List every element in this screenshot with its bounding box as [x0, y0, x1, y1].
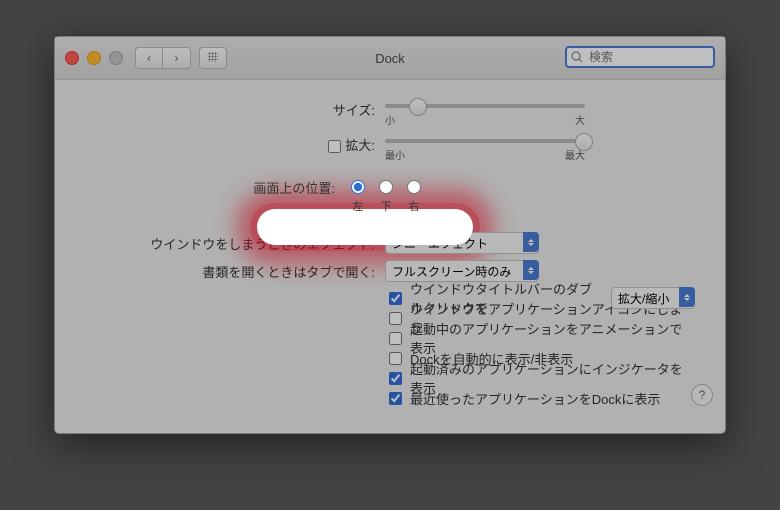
chevron-updown-icon [679, 287, 695, 307]
checkbox-5[interactable] [389, 392, 402, 405]
checkbox-list: ウインドウタイトルバーのダブルクリックでウインドウをアプリケーションアイコンにし… [385, 288, 695, 408]
magnify-label: 拡大: [85, 133, 385, 156]
search-icon [571, 51, 583, 63]
titlebar: ‹ › Dock [55, 37, 725, 80]
magnify-row: 拡大: 最小最大 [85, 133, 695, 162]
check-row-5: 最近使ったアプリケーションをDockに表示 [385, 388, 695, 408]
forward-button[interactable]: › [163, 47, 191, 69]
checkbox-1[interactable] [389, 312, 402, 325]
help-button[interactable]: ? [691, 384, 713, 406]
window-controls [65, 51, 123, 65]
magnify-checkbox[interactable] [328, 140, 341, 153]
check-label-5: 最近使ったアプリケーションをDockに表示 [410, 389, 660, 408]
chevron-updown-icon [523, 232, 539, 252]
position-right[interactable]: 右 [407, 180, 421, 214]
nav-buttons: ‹ › [135, 47, 227, 69]
maximize-icon [109, 51, 123, 65]
content: サイズ: 小大 拡大: 最小最大 画面上の位置: 左 下 右 ウインドウをし [55, 80, 725, 418]
chevron-updown-icon [523, 260, 539, 280]
size-row: サイズ: 小大 [85, 98, 695, 127]
show-all-button[interactable] [199, 47, 227, 69]
search-input[interactable] [565, 46, 715, 68]
back-button[interactable]: ‹ [135, 47, 163, 69]
size-slider[interactable]: 小大 [385, 98, 695, 127]
checkbox-4[interactable] [389, 372, 402, 385]
size-label: サイズ: [85, 98, 385, 119]
minimize-icon[interactable] [87, 51, 101, 65]
magnify-slider[interactable]: 最小最大 [385, 133, 695, 162]
open-tabs-select[interactable] [385, 260, 539, 282]
open-tabs-row: 書類を開くときはタブで開く: [85, 260, 695, 282]
checkbox-0[interactable] [389, 292, 402, 305]
search-wrap [565, 46, 715, 68]
titlebar-action-select[interactable] [611, 287, 695, 309]
close-icon[interactable] [65, 51, 79, 65]
position-radios: 左 下 右 [345, 176, 695, 218]
check-row-4: 起動済みのアプリケーションにインジケータを表示 [385, 368, 695, 388]
checkbox-2[interactable] [389, 332, 402, 345]
position-label: 画面上の位置: [85, 176, 345, 197]
position-bottom[interactable]: 下 [379, 180, 393, 214]
grid-icon [208, 52, 218, 62]
position-left[interactable]: 左 [351, 180, 365, 214]
checkbox-3[interactable] [389, 352, 402, 365]
open-tabs-label: 書類を開くときはタブで開く: [85, 260, 385, 281]
preferences-window: ‹ › Dock サイズ: 小大 拡大: 最小最大 画面 [54, 36, 726, 434]
position-row: 画面上の位置: 左 下 右 [85, 176, 695, 218]
check-row-2: 起動中のアプリケーションをアニメーションで表示 [385, 328, 695, 348]
